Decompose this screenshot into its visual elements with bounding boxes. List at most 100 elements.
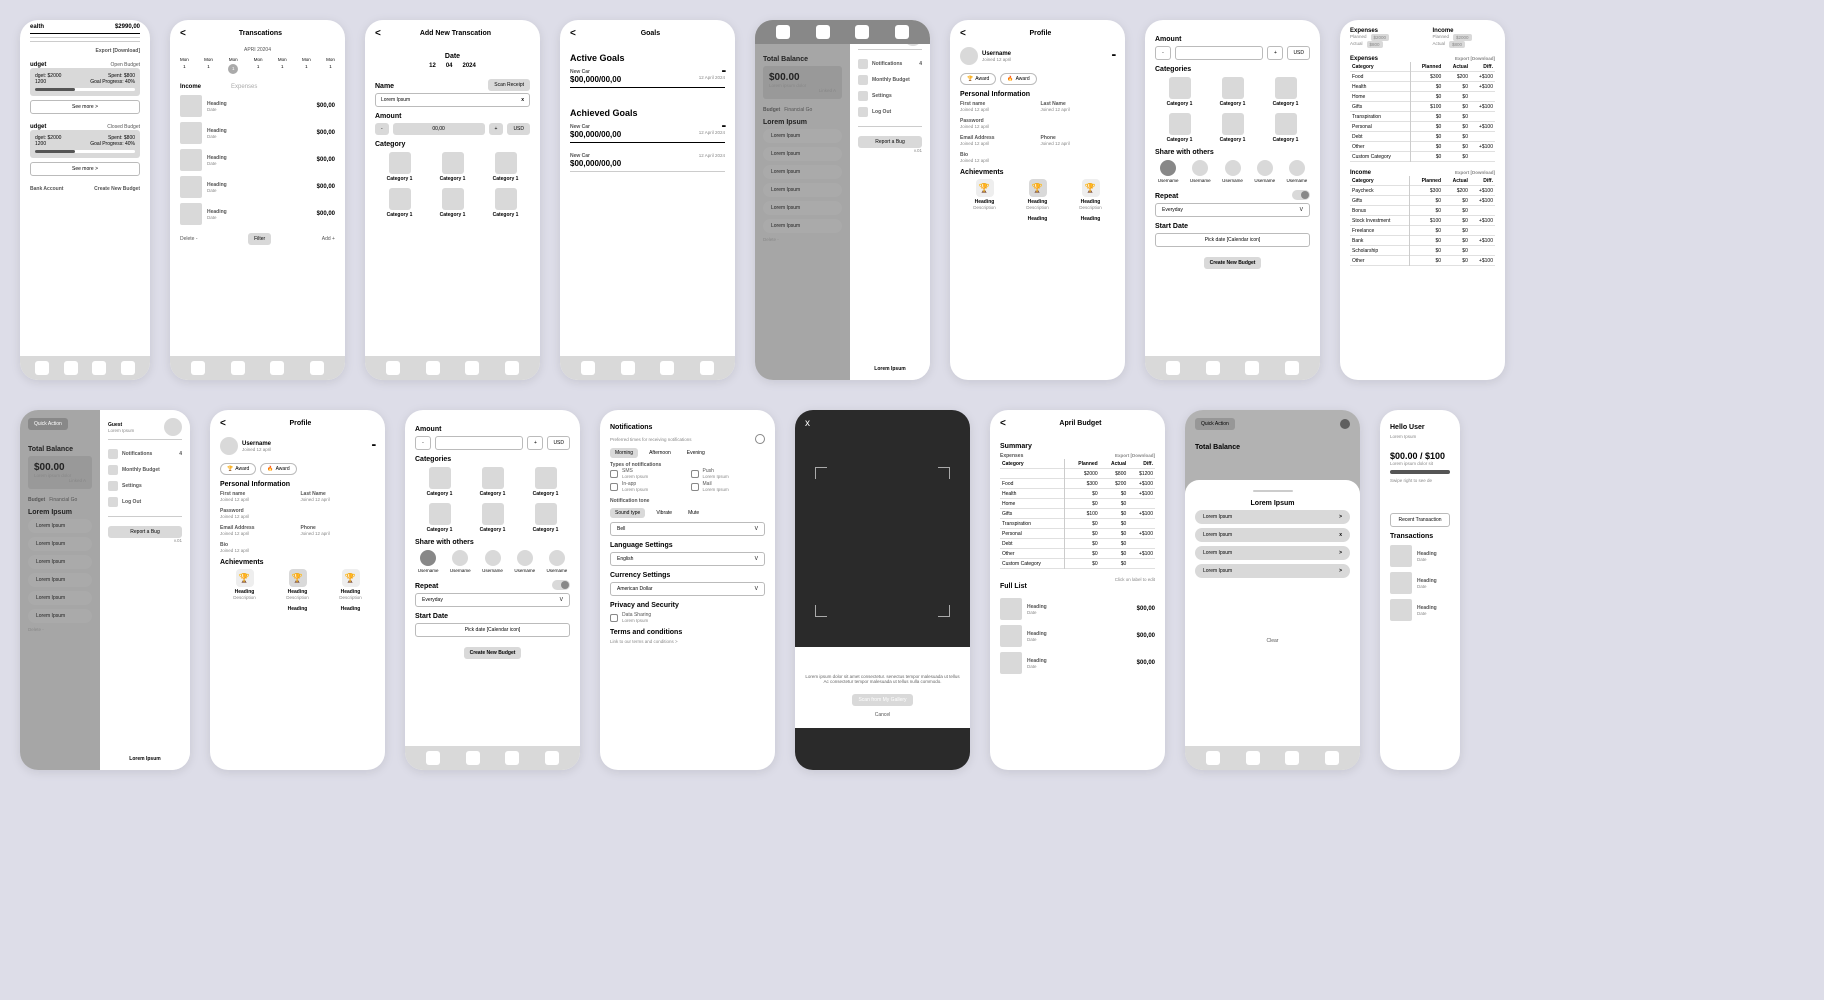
list-row[interactable]: HeadingDate$00,00 — [1000, 652, 1155, 674]
transaction-row[interactable]: HeadingDate$00,00 — [180, 149, 335, 171]
list-item[interactable]: Lorem Ipsum — [763, 183, 842, 197]
checkbox[interactable] — [691, 470, 699, 478]
currency-select[interactable]: USD — [547, 436, 570, 450]
date-picker-input[interactable]: Pick date [Calendar icon] — [415, 623, 570, 637]
achievement-item[interactable]: 🏆HeadingDescription — [960, 179, 1009, 210]
nav-item[interactable]: Notifications4 — [108, 449, 182, 459]
list-item[interactable]: Lorem Ipsum — [28, 573, 92, 587]
time-afternoon[interactable]: Afternoon — [644, 448, 676, 458]
export-link[interactable]: Export [Download] — [96, 48, 140, 54]
checkbox[interactable] — [691, 483, 699, 491]
category-item[interactable]: Category 1 — [415, 503, 464, 533]
tab-bar[interactable] — [405, 746, 580, 770]
tone-mute[interactable]: Mute — [683, 508, 704, 518]
plus-button[interactable]: + — [489, 123, 504, 135]
share-user[interactable]: Username — [1284, 160, 1310, 183]
repeat-toggle[interactable] — [1292, 190, 1310, 200]
list-item[interactable]: Lorem Ipsum — [28, 555, 92, 569]
amount-input[interactable] — [435, 436, 523, 450]
quick-action-button[interactable]: Quick Action — [28, 418, 68, 430]
nav-item[interactable]: Settings — [108, 481, 182, 491]
category-item[interactable]: Category 1 — [521, 503, 570, 533]
avatar-icon[interactable] — [220, 437, 238, 455]
tab-income[interactable]: Income — [180, 84, 201, 90]
category-item[interactable]: Category 1 — [1261, 77, 1310, 107]
nav-item[interactable]: Log Out — [108, 497, 182, 507]
share-user[interactable]: Username — [1187, 160, 1213, 183]
open-budget-link[interactable]: Open Budget — [111, 62, 140, 68]
share-user[interactable]: Username — [447, 550, 473, 573]
clear-button[interactable]: Clear — [1195, 638, 1350, 644]
share-user[interactable]: Username — [1252, 160, 1278, 183]
plus-button[interactable]: + — [527, 436, 543, 450]
avatar-icon[interactable] — [164, 418, 182, 436]
export-link[interactable]: Export [Download] — [1115, 453, 1155, 459]
nav-item[interactable]: Settings — [858, 91, 922, 101]
transaction-row[interactable]: HeadingDate — [1390, 599, 1450, 621]
plus-button[interactable]: + — [1267, 46, 1283, 60]
terms-link[interactable]: Link to our terms and conditions > — [610, 639, 765, 644]
tone-select[interactable]: BellV — [610, 522, 765, 536]
notif-type-row[interactable]: In-appLorem Ipsum — [610, 481, 685, 492]
see-more-button[interactable]: See more > — [30, 100, 140, 114]
sheet-item[interactable]: Lorem Ipsum> — [1195, 546, 1350, 560]
scan-gallery-button[interactable]: Scan from My Gallery — [852, 694, 912, 706]
category-item[interactable]: Category 1 — [375, 152, 424, 182]
achievement-item[interactable]: 🏆HeadingDescription — [273, 569, 322, 600]
date-picker-input[interactable]: Pick date [Calendar icon] — [1155, 233, 1310, 247]
closed-budget-link[interactable]: Closed Budget — [107, 124, 140, 130]
list-row[interactable]: HeadingDate$00,00 — [1000, 625, 1155, 647]
close-button[interactable]: x — [795, 410, 970, 437]
dimmed-background[interactable]: Quick Action Total Balance $00.00 Lorem … — [755, 20, 850, 380]
data-sharing-checkbox[interactable] — [610, 614, 618, 622]
category-item[interactable]: Category 1 — [1155, 113, 1204, 143]
list-item[interactable]: Lorem Ipsum — [763, 201, 842, 215]
currency-select[interactable]: USD — [507, 123, 530, 135]
create-budget-button[interactable]: Create New Budget — [464, 647, 522, 659]
share-user[interactable]: Username — [1219, 160, 1245, 183]
list-item[interactable]: Lorem Ipsum — [28, 591, 92, 605]
transaction-row[interactable]: HeadingDate$00,00 — [180, 176, 335, 198]
time-morning[interactable]: Morning — [610, 448, 638, 458]
category-item[interactable]: Category 1 — [1208, 113, 1257, 143]
category-item[interactable]: Category 1 — [428, 152, 477, 182]
share-user[interactable]: Username — [415, 550, 441, 573]
checkbox[interactable] — [610, 470, 618, 478]
budget-card-closed[interactable]: dget: $2000Spent: $800 1200Goal Progress… — [30, 130, 140, 158]
repeat-select[interactable]: EverydayV — [1155, 203, 1310, 217]
report-bug-button[interactable]: Report a Bug — [858, 136, 922, 148]
list-item[interactable]: Lorem Ipsum — [28, 537, 92, 551]
tab-financial-goal[interactable]: Financial Go — [784, 107, 812, 113]
tab-budget[interactable]: Budget — [763, 107, 780, 113]
nav-item[interactable]: Log Out — [858, 107, 922, 117]
share-user[interactable]: Username — [544, 550, 570, 573]
tab-expenses[interactable]: Expenses — [231, 84, 257, 90]
achievement-item[interactable]: 🏆HeadingDescription — [220, 569, 269, 600]
create-budget-button[interactable]: Create New Budget — [1204, 257, 1262, 269]
transaction-row[interactable]: HeadingDate — [1390, 572, 1450, 594]
tone-sound[interactable]: Sound type — [610, 508, 645, 518]
tab-bar[interactable] — [170, 356, 345, 380]
category-item[interactable]: Category 1 — [1155, 77, 1204, 107]
list-item[interactable]: Lorem Ipsum — [763, 129, 842, 143]
category-item[interactable]: Category 1 — [1208, 77, 1257, 107]
dimmed-background[interactable]: Quick Action Total Balance $00.00 Lorem … — [20, 410, 100, 770]
nav-item[interactable]: Notifications4 — [858, 59, 922, 69]
transaction-row[interactable]: HeadingDate$00,00 — [180, 122, 335, 144]
add-button[interactable]: Add + — [322, 236, 335, 242]
notif-type-row[interactable]: MailLorem Ipsum — [691, 481, 766, 492]
sheet-item[interactable]: Lorem Ipsumx — [1195, 528, 1350, 542]
achievement-item[interactable]: Heading — [326, 606, 375, 612]
minus-button[interactable]: - — [375, 123, 389, 135]
achievement-item[interactable]: 🏆HeadingDescription — [1066, 179, 1115, 210]
see-more-button-2[interactable]: See more > — [30, 162, 140, 176]
tab-bar[interactable] — [20, 356, 150, 380]
transaction-row[interactable]: HeadingDate — [1390, 545, 1450, 567]
menu-icon[interactable]: ••• — [1112, 53, 1115, 59]
list-item[interactable]: Lorem Ipsum — [763, 165, 842, 179]
language-select[interactable]: EnglishV — [610, 552, 765, 566]
filter-button[interactable]: Filter — [248, 233, 271, 245]
export-link[interactable]: Export [Download] — [1455, 170, 1495, 176]
cancel-button[interactable]: Cancel — [805, 712, 960, 718]
avatar-icon[interactable] — [960, 47, 978, 65]
